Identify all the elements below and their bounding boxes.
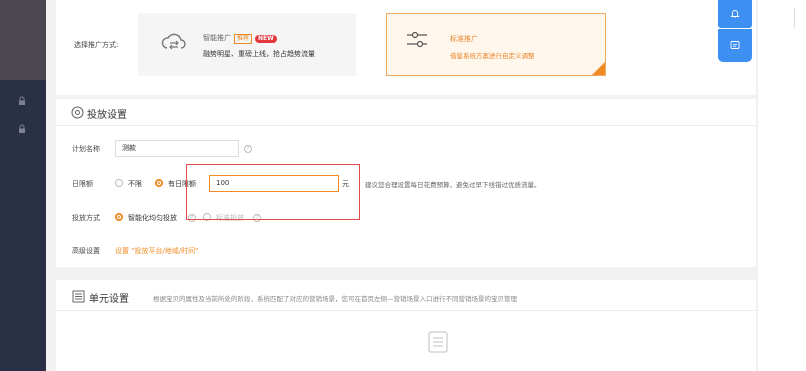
smart-promotion-desc: 融势明星、重磅上线，抢占趋势流量 [203, 50, 315, 58]
standard-promotion-desc: 借鉴系统方案进行自定义调整 [450, 52, 535, 60]
unlimited-radio[interactable] [115, 179, 123, 187]
sliders-icon [405, 28, 429, 52]
bell-button[interactable] [718, 0, 752, 28]
annotation-highlight-box [186, 164, 360, 220]
investment-settings-header: 投放设置 [56, 99, 756, 126]
budget-tip: 建议您合理设置每日花费预算，避免过早下线错过优质流量。 [365, 181, 541, 189]
divider [56, 310, 756, 311]
lock-icon[interactable] [17, 124, 27, 134]
lock-icon[interactable] [17, 96, 27, 106]
plan-name-input[interactable]: 测款 [115, 140, 239, 157]
unlimited-option-label: 不限 [128, 180, 142, 188]
smart-promotion-title: 智能推广 [203, 34, 231, 42]
panel-edge [794, 8, 795, 28]
help-icon[interactable]: ? [244, 145, 252, 153]
delivery-method-label: 投放方式 [72, 214, 100, 222]
sidebar-header [0, 0, 46, 80]
unit-settings-card: 单元设置 根据宝贝的属性及当前所处的阶段，系统匹配了对应的营销场景，您可在首页左… [56, 280, 756, 371]
new-badge: NEW [255, 35, 277, 43]
promotion-mode-card: 选择推广方式: 智能推广 推荐 NEW 融势明星、重磅上线，抢占趋势流量 标准推广 … [56, 0, 756, 95]
chat-button[interactable] [718, 29, 752, 62]
standard-promotion-title: 标准推广 [450, 35, 478, 43]
settings-icon [71, 106, 84, 119]
empty-list-icon [428, 331, 448, 353]
investment-settings-card: 投放设置 计划名称 测款 ? 日限额 不限 有日限额 100 元 建议您合理设置… [56, 99, 756, 267]
unit-settings-title: 单元设置 [89, 294, 129, 305]
unit-settings-desc: 根据宝贝的属性及当前所处的阶段，系统匹配了对应的营销场景，您可在首页左侧—营销场… [153, 295, 517, 303]
cloud-icon [160, 32, 186, 54]
recommend-badge: 推荐 [234, 34, 253, 44]
smart-promotion-option[interactable]: 智能推广 推荐 NEW 融势明星、重磅上线，抢占趋势流量 [138, 13, 356, 76]
smart-delivery-label: 智能化均匀投放 [128, 214, 177, 222]
daily-limit-radio[interactable] [155, 179, 163, 187]
investment-settings-title: 投放设置 [87, 110, 127, 121]
smart-delivery-radio[interactable] [115, 213, 123, 221]
advanced-settings-link[interactable]: 设置 "投放平台/地域/时间" [115, 246, 198, 256]
left-sidebar [0, 0, 46, 371]
bell-icon [730, 8, 740, 20]
daily-limit-label: 日限额 [72, 180, 93, 188]
promotion-mode-label: 选择推广方式: [74, 41, 119, 49]
chat-icon [730, 40, 740, 52]
selected-corner-mark [592, 62, 605, 75]
standard-promotion-option[interactable]: 标准推广 借鉴系统方案进行自定义调整 [386, 13, 606, 76]
advanced-settings-label: 高级设置 [72, 247, 100, 255]
plan-name-label: 计划名称 [72, 145, 100, 153]
smart-promotion-title-row: 智能推广 推荐 NEW [203, 33, 277, 44]
list-icon [72, 290, 85, 303]
